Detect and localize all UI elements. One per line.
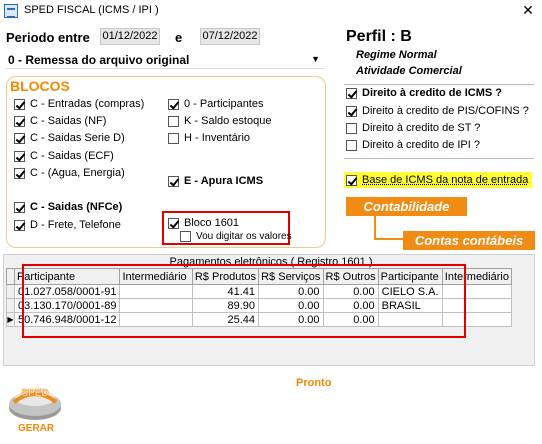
check-icon: [14, 132, 25, 144]
checkbox-label: E - Apura ICMS: [184, 175, 264, 187]
check-icon: [14, 150, 25, 162]
checkbox-bloco-1601[interactable]: Bloco 1601: [168, 217, 239, 229]
perfil-title: Perfil : B: [346, 28, 412, 45]
sped-logo-text: SPED: [21, 388, 48, 399]
contabilidade-button[interactable]: Contabilidade: [346, 197, 467, 216]
check-icon: [14, 201, 25, 213]
end-date-field[interactable]: 07/12/2022: [200, 28, 260, 45]
check-icon: [346, 105, 357, 117]
checkbox-box: [346, 122, 357, 134]
checkbox-c-saidas-ecf[interactable]: C - Saidas (ECF): [14, 150, 114, 162]
title-bar: SPED FISCAL (ICMS / IPI ) ✕: [0, 0, 542, 22]
checkbox-box: [180, 231, 191, 242]
contas-contabeis-button[interactable]: Contas contábeis: [403, 231, 535, 250]
checkbox-c-saidas-serie-d[interactable]: C - Saidas Serie D): [14, 132, 125, 144]
checkbox-box: [346, 139, 357, 151]
atividade-label: Atividade Comercial: [356, 65, 462, 77]
row-indicator-header: [6, 268, 15, 285]
checkbox-label: D - Frete, Telefone: [30, 219, 121, 231]
checkbox-0-participantes[interactable]: 0 - Participantes: [168, 98, 263, 110]
checkbox-label: Base de ICMS da nota de entrada: [362, 174, 529, 186]
start-date-field[interactable]: 01/12/2022: [100, 28, 160, 45]
sped-logo-icon: SPED: [9, 388, 61, 420]
finalidade-select[interactable]: 0 - Remessa do arquivo original ▼: [6, 51, 324, 69]
regime-label: Regime Normal: [356, 49, 437, 61]
periodo-conj: e: [175, 30, 183, 45]
checkbox-label: 0 - Participantes: [184, 98, 264, 110]
checkbox-k-saldo-estoque[interactable]: K - Saldo estoque: [168, 115, 271, 127]
divider: [344, 158, 534, 159]
checkbox-label: C - Saidas (NFCe): [30, 201, 123, 213]
checkbox-credito-st[interactable]: Direito à credito de ST ?: [346, 122, 480, 134]
checkbox-c-saidas-nfce[interactable]: C - Saidas (NFCe): [14, 201, 122, 213]
checkbox-e-apura-icms[interactable]: E - Apura ICMS: [168, 175, 263, 187]
status-text: Pronto: [296, 377, 332, 389]
connector-line: [374, 238, 404, 240]
row-indicator: [6, 284, 15, 299]
checkbox-label: C - (Agua, Energia): [30, 167, 125, 179]
check-icon: [14, 167, 25, 179]
app-icon: [4, 4, 18, 18]
current-row-icon: ▶: [6, 312, 15, 327]
window-title: SPED FISCAL (ICMS / IPI ): [24, 4, 159, 16]
checkbox-c-entradas[interactable]: C - Entradas (compras): [14, 98, 144, 110]
checkbox-h-inventario[interactable]: H - Inventário: [168, 132, 250, 144]
check-icon: [168, 175, 179, 187]
check-icon: [346, 87, 357, 99]
checkbox-label: C - Saidas (ECF): [30, 150, 114, 162]
checkbox-label: C - Saidas (NF): [30, 115, 107, 127]
checkbox-label: Bloco 1601: [184, 217, 240, 229]
checkbox-box: [168, 115, 179, 127]
chevron-down-icon[interactable]: ▼: [311, 54, 320, 64]
check-icon: [168, 98, 179, 110]
divider: [344, 84, 534, 85]
checkbox-label: Direito à credito de IPI ?: [362, 139, 481, 151]
check-icon: [14, 98, 25, 110]
checkbox-label: C - Saidas Serie D): [30, 132, 125, 144]
connector-line: [374, 216, 376, 240]
checkbox-d-frete-telefone[interactable]: D - Frete, Telefone: [14, 219, 121, 231]
checkbox-label: C - Entradas (compras): [30, 98, 145, 110]
check-icon: [14, 115, 25, 127]
annotation-box-grid: [22, 264, 466, 338]
checkbox-credito-pis-cofins[interactable]: Direito à credito de PIS/COFINS ?: [346, 105, 529, 117]
checkbox-box: [168, 132, 179, 144]
periodo-label: Periodo entre: [6, 30, 90, 45]
checkbox-c-saidas-nf[interactable]: C - Saidas (NF): [14, 115, 106, 127]
checkbox-label: Direito à credito de PIS/COFINS ?: [362, 105, 529, 117]
checkbox-credito-icms[interactable]: Direito à credito de ICMS ?: [346, 87, 502, 99]
checkbox-c-agua-energia[interactable]: C - (Agua, Energia): [14, 167, 125, 179]
check-icon: [14, 219, 25, 231]
checkbox-label: Direito à credito de ICMS ?: [362, 87, 502, 99]
blocos-title: BLOCOS: [10, 78, 70, 94]
close-button[interactable]: ✕: [514, 0, 542, 22]
checkbox-credito-ipi[interactable]: Direito à credito de IPI ?: [346, 139, 480, 151]
row-indicator: [6, 298, 15, 313]
checkbox-label: Vou digitar os valores: [196, 231, 292, 242]
gerar-label[interactable]: GERAR: [18, 423, 54, 434]
finalidade-value: 0 - Remessa do arquivo original: [8, 53, 190, 67]
checkbox-base-icms-entrada[interactable]: Base de ICMS da nota de entrada: [346, 174, 528, 186]
checkbox-label: H - Inventário: [184, 132, 251, 144]
check-icon: [168, 217, 179, 229]
checkbox-label: Direito à credito de ST ?: [362, 122, 481, 134]
check-icon: [346, 174, 357, 186]
checkbox-digitar-valores[interactable]: Vou digitar os valores: [180, 231, 292, 242]
checkbox-label: K - Saldo estoque: [184, 115, 272, 127]
